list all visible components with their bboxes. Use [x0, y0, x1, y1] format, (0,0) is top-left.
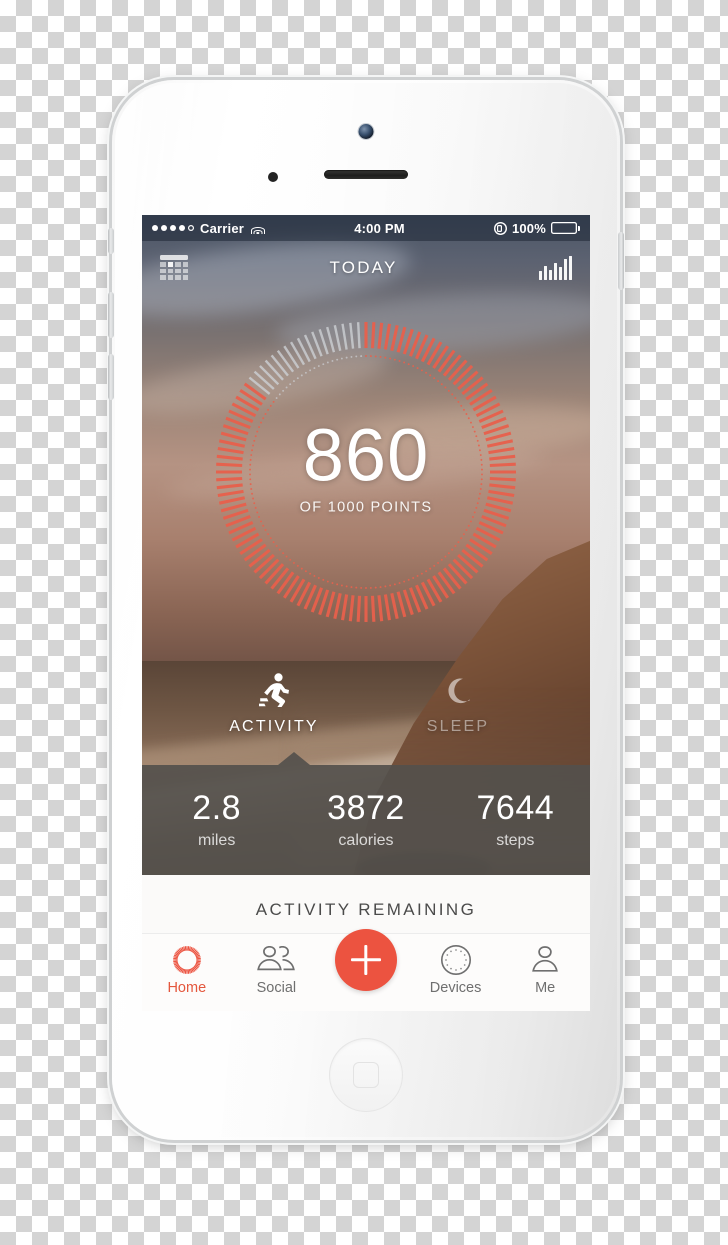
running-person-icon	[213, 670, 335, 710]
home-button-glyph	[353, 1062, 379, 1088]
mute-switch[interactable]	[108, 228, 114, 254]
calendar-icon[interactable]	[160, 255, 188, 281]
status-time: 4:00 PM	[354, 220, 405, 236]
phone-device: Carrier 4:00 PM 100% TODAY 860 OF 1000 P…	[108, 80, 624, 1140]
wifi-icon	[250, 222, 265, 234]
stat-steps-value: 7644	[476, 788, 555, 827]
mode-tab-activity[interactable]: ACTIVITY	[213, 670, 335, 736]
phone-screen: Carrier 4:00 PM 100% TODAY 860 OF 1000 P…	[142, 215, 590, 1011]
battery-percent-label: 100%	[511, 220, 546, 236]
status-right-group: 100%	[494, 221, 580, 236]
stat-calories: 3872 calories	[291, 791, 440, 850]
power-button[interactable]	[618, 232, 624, 290]
page-title: TODAY	[329, 258, 398, 277]
cellular-signal-icon	[152, 225, 194, 231]
status-bar: Carrier 4:00 PM 100%	[142, 215, 590, 241]
activity-remaining-title: ACTIVITY REMAINING	[255, 900, 477, 919]
stat-calories-unit: calories	[338, 831, 394, 849]
volume-down-button[interactable]	[108, 354, 114, 400]
mode-tab-group: ACTIVITY SLEEP	[142, 670, 590, 736]
stat-miles: 2.8 miles	[142, 791, 291, 850]
earpiece-speaker	[324, 170, 408, 179]
points-progress-ring[interactable]: 860 OF 1000 POINTS	[207, 313, 525, 631]
mode-tab-sleep-label: SLEEP	[426, 718, 490, 735]
app-nav-bar: TODAY	[142, 241, 590, 295]
mode-tab-sleep[interactable]: SLEEP	[397, 670, 519, 736]
stat-steps-unit: steps	[496, 831, 535, 849]
points-value: 860	[302, 413, 430, 497]
stats-summary-bar: 2.8 miles 3872 calories 7644 steps	[142, 752, 590, 875]
home-button[interactable]	[329, 1038, 403, 1112]
stat-steps: 7644 steps	[441, 791, 590, 850]
stat-calories-value: 3872	[327, 788, 405, 827]
front-camera-icon	[358, 124, 374, 139]
carrier-label: Carrier	[200, 220, 245, 236]
moon-icon	[397, 670, 519, 710]
add-button[interactable]	[335, 929, 397, 991]
stat-miles-unit: miles	[197, 831, 236, 849]
stats-selection-pointer	[278, 752, 310, 765]
volume-up-button[interactable]	[108, 292, 114, 338]
battery-icon	[551, 222, 580, 234]
rotation-lock-icon	[494, 222, 507, 235]
points-caption: OF 1000 POINTS	[299, 499, 433, 516]
ring-center-readout: 860 OF 1000 POINTS	[207, 413, 525, 516]
mode-tab-activity-label: ACTIVITY	[229, 718, 319, 735]
stat-miles-value: 2.8	[192, 788, 242, 827]
proximity-sensor	[268, 172, 278, 182]
bar-chart-icon[interactable]	[539, 256, 572, 280]
